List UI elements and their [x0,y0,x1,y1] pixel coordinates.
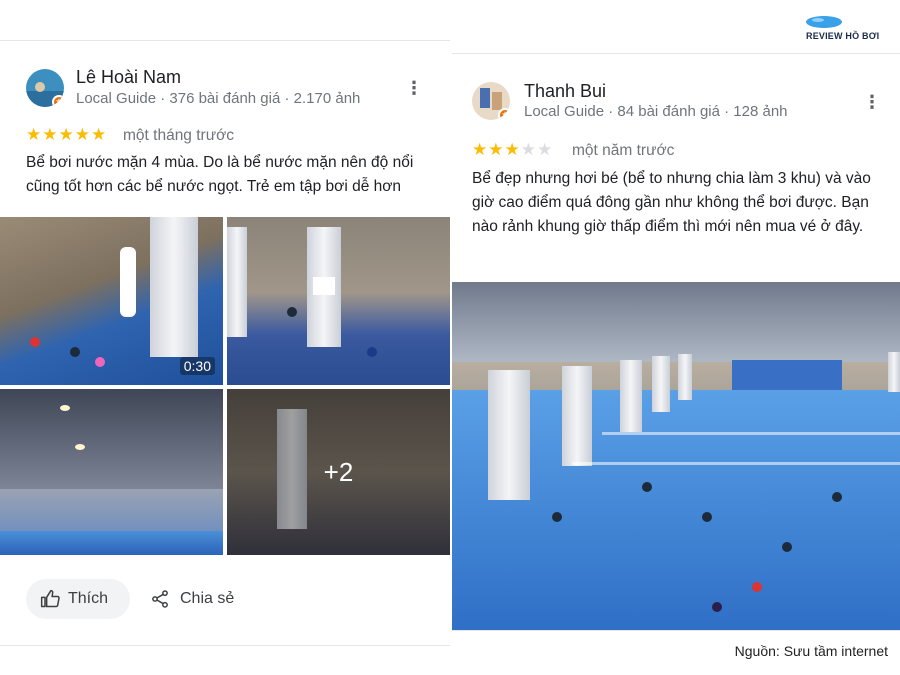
share-icon [152,590,168,608]
more-options-icon[interactable]: ⋮ [405,79,423,97]
like-button[interactable]: Thích [26,579,130,619]
video-duration: 0:30 [179,357,215,375]
star-icon: ★ [42,125,59,144]
star-icon: ★ [91,125,108,144]
local-guide-badge-icon: ★ [498,108,510,120]
source-note: Nguồn: Sưu tầm internet [734,643,888,659]
review-time: một tháng trước [123,127,234,144]
share-button[interactable]: Chia sẻ [150,579,234,619]
water-drop-icon [806,16,842,28]
star-rating: ★★★★★ [26,125,107,145]
share-label: Chia sẻ [180,590,235,607]
reviewer-meta: Local Guide · 376 bài đánh giá · 2.170 ả… [76,90,361,107]
thumbs-up-icon [40,589,60,608]
star-icon: ★ [504,140,521,159]
local-guide-badge-icon: ★ [52,95,64,107]
review-time: một năm trước [572,142,675,159]
review-photo[interactable]: +2 [227,389,450,555]
star-rating: ★★★★★ [472,140,553,160]
more-options-icon[interactable]: ⋮ [863,93,881,111]
avatar[interactable]: ★ [26,69,64,107]
review-text: Bể bơi nước mặn 4 mùa. Do là bể nước mặn… [26,154,414,195]
star-empty-icon: ★ [537,140,554,159]
star-icon: ★ [26,125,43,144]
reviewer-name[interactable]: Thanh Bui [524,81,606,102]
review-card: ★ Lê Hoài Nam Local Guide · 376 bài đánh… [0,40,450,646]
review-photo[interactable] [0,389,223,555]
star-icon: ★ [472,140,489,159]
review-text: Bể đẹp nhưng hơi bé (bể to nhưng chia là… [472,170,871,235]
review-video-thumbnail[interactable]: 0:30 [0,217,223,385]
review-photo[interactable] [452,282,900,630]
review-ho-boi-logo: REVIEW HỒ BƠI [806,14,894,44]
avatar[interactable]: ★ [472,82,510,120]
star-icon: ★ [488,140,505,159]
review-photo[interactable] [227,217,450,385]
logo-text: REVIEW HỒ BƠI [806,31,880,41]
more-photos-overlay[interactable]: +2 [227,389,450,555]
star-icon: ★ [74,125,91,144]
like-label: Thích [68,590,109,607]
reviewer-meta: Local Guide · 84 bài đánh giá · 128 ảnh [524,103,788,120]
review-card: ★ Thanh Bui Local Guide · 84 bài đánh gi… [452,53,900,631]
star-icon: ★ [58,125,75,144]
reviewer-name[interactable]: Lê Hoài Nam [76,67,181,88]
star-empty-icon: ★ [520,140,537,159]
